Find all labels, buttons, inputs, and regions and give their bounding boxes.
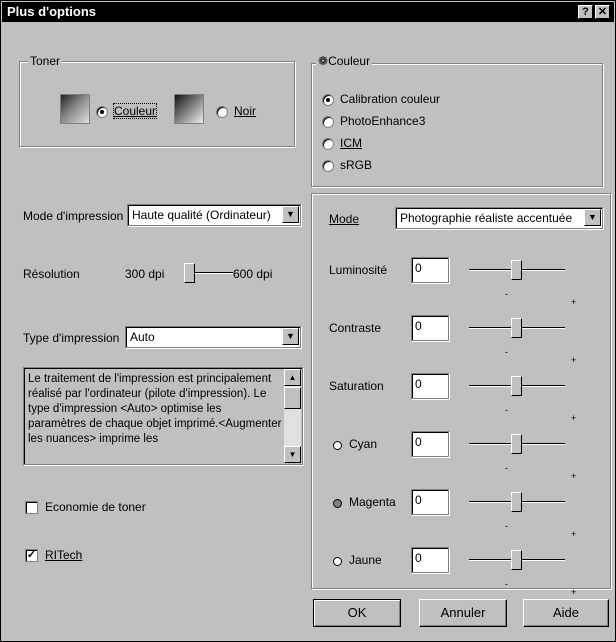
minus-tick: - [505, 521, 508, 531]
slider-label: Luminosité [329, 263, 388, 277]
plus-tick: + [571, 297, 577, 307]
srgb-radio[interactable] [322, 160, 334, 172]
toner-black-radio[interactable] [216, 106, 228, 118]
minus-tick: - [505, 463, 508, 473]
slider-thumb[interactable] [511, 376, 522, 396]
couleur-legend-text: Couleur [328, 54, 371, 68]
slider-value-field[interactable]: 0 [411, 431, 449, 457]
cancel-button[interactable]: Annuler [419, 599, 507, 627]
plus-tick: + [571, 355, 577, 365]
slider-value: 0 [415, 377, 422, 391]
color-dot-icon [333, 499, 342, 508]
description-box: Le traitement de l'impression est princi… [23, 367, 303, 465]
ritech-checkbox[interactable]: ✓ [25, 549, 38, 562]
slider-value: 0 [415, 319, 422, 333]
print-type-value: Auto [130, 330, 155, 344]
slider-value-field[interactable]: 0 [411, 547, 449, 573]
toner-legend: Toner [28, 54, 63, 68]
slider-thumb[interactable] [511, 492, 522, 512]
print-mode-select[interactable]: Haute qualité (Ordinateur) ▼ [127, 204, 301, 226]
slider-label: Saturation [329, 379, 384, 393]
slider-label: Magenta [349, 495, 396, 509]
slider-value: 0 [415, 493, 422, 507]
resolution-high: 600 dpi [233, 267, 273, 281]
description-text: Le traitement de l'impression est princi… [28, 373, 282, 445]
slider-label: Cyan [349, 437, 378, 451]
help-button[interactable]: Aide [523, 599, 609, 627]
slider-label: Jaune [349, 553, 382, 567]
scroll-thumb[interactable] [284, 387, 301, 409]
plus-tick: + [571, 413, 577, 423]
slider-thumb[interactable] [511, 550, 522, 570]
toner-group: Toner Couleur Noir [19, 54, 295, 147]
slider-value: 0 [415, 435, 422, 449]
palette-icon: ❁ [318, 54, 329, 68]
photoenhance-radio[interactable] [322, 116, 334, 128]
resolution-low: 300 dpi [125, 267, 165, 281]
description-scrollbar[interactable]: ▲ ▼ [284, 369, 301, 463]
calibration-label[interactable]: Calibration couleur [340, 92, 440, 106]
scroll-up-icon[interactable]: ▲ [284, 369, 301, 386]
minus-tick: - [505, 405, 508, 415]
slider-label: Contraste [329, 321, 382, 335]
ritech-label[interactable]: RITech [45, 548, 82, 562]
toner-color-radio[interactable] [96, 106, 108, 118]
print-mode-label: Mode d'impression [23, 209, 124, 223]
chevron-down-icon[interactable]: ▼ [584, 209, 601, 226]
help-title-button[interactable]: ? [578, 5, 593, 19]
slider-value: 0 [415, 261, 422, 275]
photoenhance-label[interactable]: PhotoEnhance3 [340, 114, 425, 128]
slider-thumb[interactable] [511, 318, 522, 338]
toner-color-label[interactable]: Couleur [112, 103, 158, 119]
calibration-radio[interactable] [322, 94, 334, 106]
slider-thumb[interactable] [511, 434, 522, 454]
color-dot-icon [333, 441, 342, 450]
window-title: Plus d'options [7, 4, 97, 19]
slider-value: 0 [415, 551, 422, 565]
slider-value-field[interactable]: 0 [411, 315, 449, 341]
resolution-label: Résolution [23, 267, 80, 281]
slider-thumb[interactable] [511, 260, 522, 280]
plus-tick: + [571, 471, 577, 481]
slider-value-field[interactable]: 0 [411, 489, 449, 515]
resolution-thumb[interactable] [184, 263, 195, 283]
slider-value-field[interactable]: 0 [411, 373, 449, 399]
minus-tick: - [505, 347, 508, 357]
print-type-select[interactable]: Auto ▼ [125, 326, 301, 348]
economie-label[interactable]: Economie de toner [45, 500, 146, 514]
print-type-label: Type d'impression [23, 331, 120, 345]
slider-value-field[interactable]: 0 [411, 257, 449, 283]
srgb-label[interactable]: sRGB [340, 158, 372, 172]
economie-checkbox[interactable] [25, 501, 38, 514]
title-bar: Plus d'options ? ✕ [2, 2, 614, 22]
mode-select[interactable]: Photographie réaliste accentuée ▼ [395, 207, 603, 229]
color-dot-icon [333, 557, 342, 566]
dialog-window: Plus d'options ? ✕ Toner Couleur Noir ❁C… [0, 0, 616, 642]
couleur-legend: ❁Couleur [316, 54, 373, 68]
couleur-group: ❁Couleur Calibration couleur PhotoEnhanc… [311, 54, 603, 187]
chevron-down-icon[interactable]: ▼ [282, 328, 299, 345]
close-title-button[interactable]: ✕ [595, 5, 610, 19]
icm-label[interactable]: ICM [340, 136, 362, 150]
mode-label: Mode [329, 212, 360, 226]
minus-tick: - [505, 579, 508, 589]
black-toner-icon [174, 94, 204, 124]
plus-tick: + [571, 529, 577, 539]
minus-tick: - [505, 289, 508, 299]
plus-tick: + [571, 587, 577, 597]
mode-value: Photographie réaliste accentuée [400, 211, 573, 225]
scroll-down-icon[interactable]: ▼ [284, 446, 301, 463]
toner-black-label[interactable]: Noir [234, 104, 256, 118]
color-toner-icon [60, 94, 90, 124]
chevron-down-icon[interactable]: ▼ [282, 206, 299, 223]
icm-radio[interactable] [322, 138, 334, 150]
print-mode-value: Haute qualité (Ordinateur) [132, 208, 271, 222]
ok-button[interactable]: OK [313, 599, 401, 627]
